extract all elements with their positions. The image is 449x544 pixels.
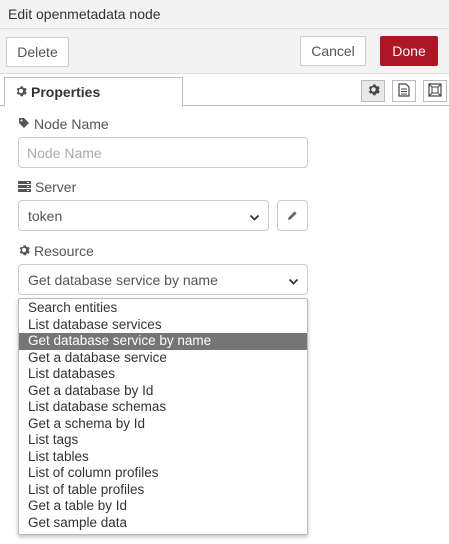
- delete-button[interactable]: Delete: [6, 37, 69, 67]
- gear-icon: [18, 243, 30, 259]
- cancel-button[interactable]: Cancel: [300, 36, 366, 66]
- chevron-down-icon: [249, 210, 260, 226]
- description-icon: [398, 82, 410, 100]
- server-select-value: token: [28, 207, 63, 224]
- resource-select[interactable]: Get database service by name: [18, 264, 308, 295]
- dropdown-option[interactable]: Get sample data: [19, 515, 307, 532]
- server-label-text: Server: [35, 179, 77, 195]
- server-select[interactable]: token: [18, 200, 269, 231]
- dialog-title: Edit openmetadata node: [8, 6, 161, 22]
- dropdown-option[interactable]: Get database service by name: [19, 333, 307, 350]
- dropdown-option[interactable]: List of column profiles: [19, 465, 307, 482]
- node-name-input[interactable]: [18, 137, 308, 168]
- resource-dropdown-list: Search entities List database services Get…: [18, 298, 308, 535]
- node-name-label-text: Node Name: [34, 116, 109, 132]
- resource-label: Resource: [18, 243, 94, 259]
- server-label: Server: [18, 179, 76, 195]
- properties-tab-icon-button[interactable]: [361, 80, 385, 102]
- dropdown-option[interactable]: Get a database by Id: [19, 383, 307, 400]
- dropdown-option[interactable]: Search entities: [19, 300, 307, 317]
- dropdown-option[interactable]: List databases: [19, 366, 307, 383]
- dropdown-option[interactable]: List of table profiles: [19, 482, 307, 499]
- chevron-down-icon: [288, 274, 299, 290]
- dropdown-option[interactable]: Get a database service: [19, 350, 307, 367]
- dropdown-option[interactable]: Get a schema by Id: [19, 416, 307, 433]
- node-name-label: Node Name: [18, 116, 109, 132]
- gear-icon: [15, 84, 27, 100]
- tab-properties-label: Properties: [31, 84, 101, 100]
- appearance-icon: [428, 82, 442, 100]
- server-icon: [18, 179, 31, 195]
- dropdown-option[interactable]: List database schemas: [19, 399, 307, 416]
- appearance-tab-button[interactable]: [423, 80, 447, 102]
- gear-icon: [367, 83, 380, 99]
- tab-properties[interactable]: Properties: [4, 77, 183, 107]
- dropdown-option[interactable]: List tags: [19, 432, 307, 449]
- resource-label-text: Resource: [34, 243, 94, 259]
- pencil-icon: [287, 208, 298, 224]
- dropdown-option[interactable]: List database services: [19, 317, 307, 334]
- edit-server-button[interactable]: [277, 200, 308, 231]
- dropdown-option[interactable]: Get a table by Id: [19, 498, 307, 515]
- dialog-toolbar: Delete Cancel Done: [0, 29, 449, 74]
- resource-select-value: Get database service by name: [28, 271, 218, 288]
- description-tab-button[interactable]: [392, 80, 416, 102]
- dialog-titlebar: Edit openmetadata node: [0, 0, 449, 29]
- done-button[interactable]: Done: [380, 36, 438, 66]
- dropdown-option[interactable]: List tables: [19, 449, 307, 466]
- tag-icon: [18, 116, 30, 132]
